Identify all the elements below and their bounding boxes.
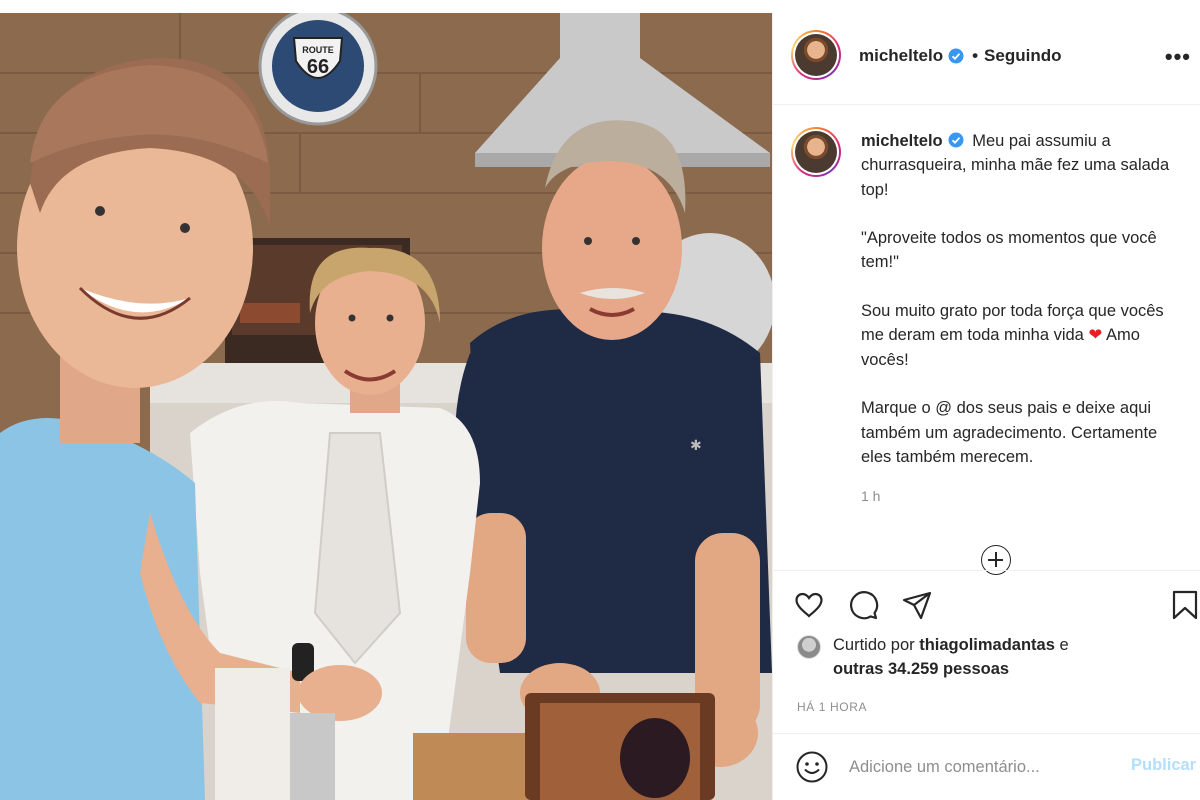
comment-icon[interactable] <box>847 589 879 621</box>
liker-avatar[interactable] <box>797 635 821 659</box>
photo-illustration: ROUTE 66 ✱ <box>0 13 772 800</box>
verified-badge-icon <box>948 48 964 64</box>
post-header: micheltelo • Seguindo ••• <box>773 13 1200 105</box>
heart-emoji-icon: ❤ <box>1088 326 1103 345</box>
heart-icon[interactable] <box>793 589 825 621</box>
post-timestamp[interactable]: HÁ 1 HORA <box>797 700 867 714</box>
post-photo[interactable]: ROUTE 66 ✱ <box>0 13 772 800</box>
route-sign-number: 66 <box>307 56 329 78</box>
liked-by-suffix: e <box>1059 636 1069 654</box>
caption-line-2: "Aproveite todos os momentos que você te… <box>861 229 1157 272</box>
author-username[interactable]: micheltelo <box>859 46 943 66</box>
caption-time: 1 h <box>861 488 881 504</box>
likes-count-link[interactable]: outras 34.259 pessoas <box>833 660 1009 678</box>
caption-line-4: Marque o @ dos seus pais e deixe aqui ta… <box>861 399 1158 466</box>
post-caption: micheltelo Meu pai assumiu a churrasquei… <box>861 129 1186 493</box>
likes-text: Curtido por thiagolimadantas e outras 34… <box>833 633 1069 681</box>
author-avatar[interactable] <box>791 30 841 80</box>
caption-avatar[interactable] <box>791 127 841 177</box>
post-actions: Curtido por thiagolimadantas e outras 34… <box>773 570 1200 733</box>
verified-badge-icon <box>948 132 964 148</box>
following-button[interactable]: Seguindo <box>984 46 1061 66</box>
caption-username[interactable]: micheltelo <box>861 132 943 150</box>
comment-box: Publicar <box>773 733 1200 800</box>
header-separator: • <box>972 46 979 65</box>
liked-by-prefix: Curtido por <box>833 636 915 654</box>
share-icon[interactable] <box>901 589 933 621</box>
liked-by: Curtido por thiagolimadantas e outras 34… <box>797 633 1187 681</box>
emoji-icon[interactable] <box>795 750 829 784</box>
svg-text:✱: ✱ <box>690 438 702 454</box>
more-options-button[interactable]: ••• <box>1165 44 1191 70</box>
liker-username[interactable]: thiagolimadantas <box>919 636 1055 654</box>
comment-input[interactable] <box>849 752 1119 782</box>
publish-button[interactable]: Publicar <box>1131 756 1196 775</box>
post-side-panel: micheltelo • Seguindo ••• micheltelo Meu… <box>772 13 1200 800</box>
route-sign-text: ROUTE <box>302 45 334 55</box>
author-line: micheltelo • Seguindo <box>859 46 1062 66</box>
bookmark-icon[interactable] <box>1169 589 1200 621</box>
caption-area: micheltelo Meu pai assumiu a churrasquei… <box>773 105 1200 575</box>
